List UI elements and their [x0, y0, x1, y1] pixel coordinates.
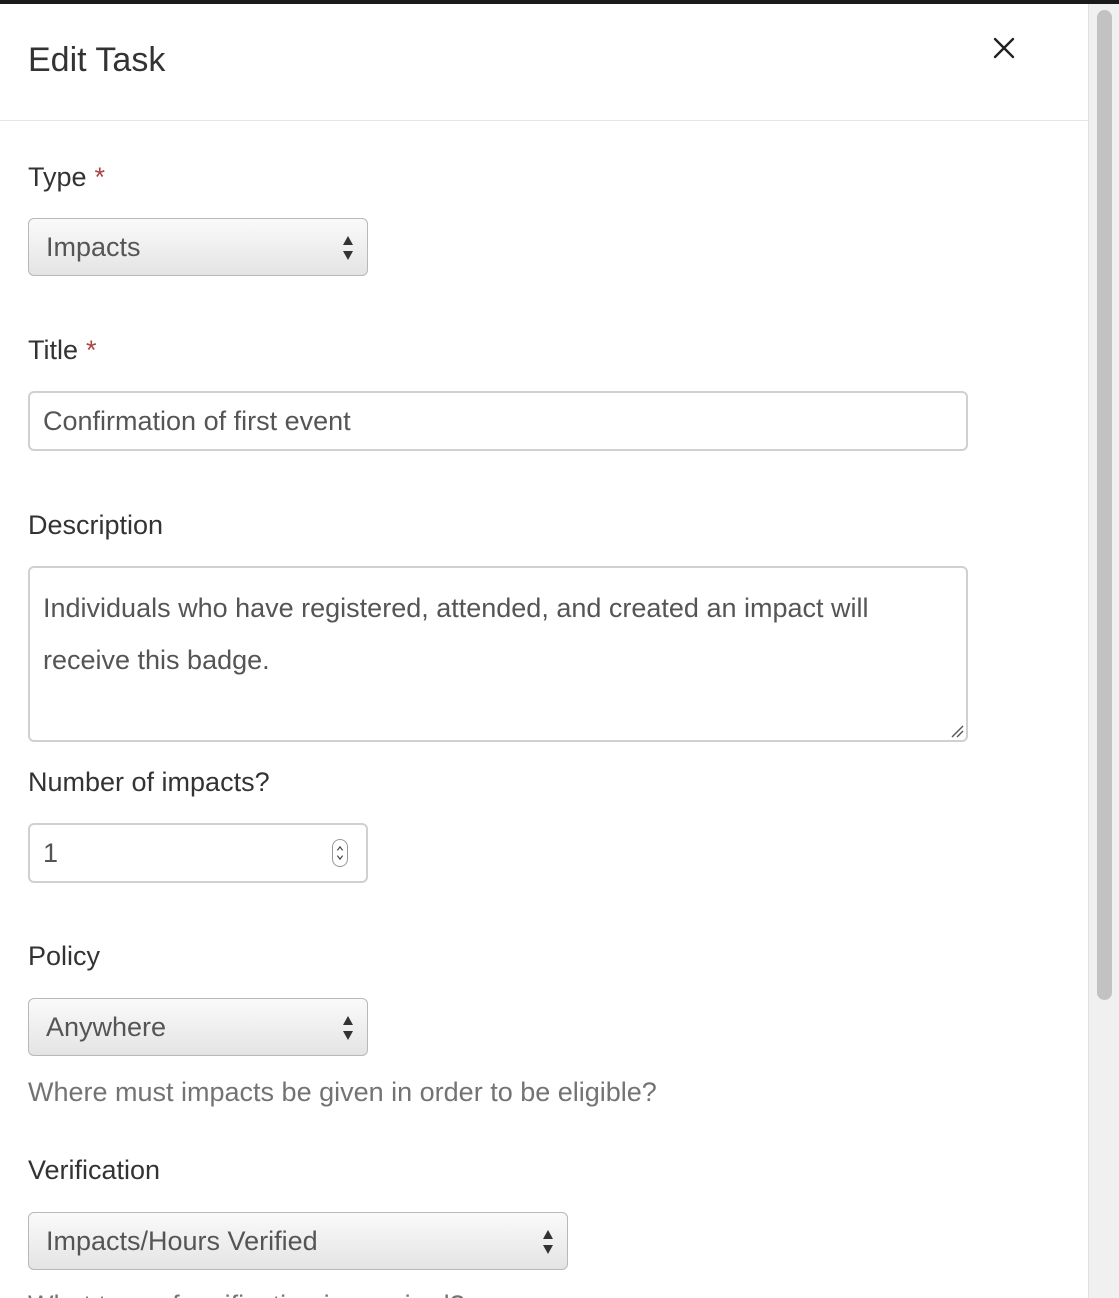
close-icon	[993, 37, 1015, 59]
title-input[interactable]: Confirmation of first event	[28, 391, 968, 451]
type-select-value: Impacts	[46, 231, 141, 262]
policy-help-text: Where must impacts be given in order to …	[28, 1077, 657, 1107]
verification-label: Verification	[28, 1154, 160, 1186]
select-arrows-icon	[343, 1016, 353, 1040]
stepper-icon[interactable]	[332, 839, 348, 867]
number-of-impacts-label-text: Number of impacts?	[28, 767, 270, 797]
policy-select-value: Anywhere	[46, 1011, 167, 1042]
title-input-value: Confirmation of first event	[43, 405, 351, 436]
title-label-text: Title	[28, 335, 79, 365]
verification-help-text: What type of verification is required?	[28, 1289, 465, 1298]
modal-header: Edit Task	[0, 4, 1088, 121]
scrollbar-thumb[interactable]	[1097, 10, 1112, 1000]
type-select[interactable]: Impacts	[28, 218, 368, 276]
resize-handle-icon[interactable]	[950, 724, 964, 738]
number-of-impacts-label: Number of impacts?	[28, 766, 270, 798]
title-label: Title *	[28, 334, 97, 366]
description-label-text: Description	[28, 510, 164, 540]
policy-select[interactable]: Anywhere	[28, 998, 368, 1056]
number-of-impacts-input[interactable]: 1	[28, 823, 368, 883]
policy-label-text: Policy	[28, 941, 101, 971]
verification-select[interactable]: Impacts/Hours Verified	[28, 1212, 568, 1270]
edit-task-modal: Edit Task Type * Impacts Title * Confirmat…	[0, 4, 1088, 1298]
verification-select-value: Impacts/Hours Verified	[46, 1225, 318, 1256]
description-label: Description	[28, 509, 163, 541]
type-required-mark: *	[94, 162, 106, 192]
close-button[interactable]	[986, 30, 1022, 66]
description-textarea[interactable]: Individuals who have registered, attende…	[28, 566, 968, 742]
number-of-impacts-value: 1	[43, 837, 59, 868]
description-textarea-value: Individuals who have registered, attende…	[43, 593, 869, 675]
verification-label-text: Verification	[28, 1155, 161, 1185]
type-label: Type *	[28, 161, 105, 193]
type-label-text: Type	[28, 162, 87, 192]
modal-title: Edit Task	[28, 41, 166, 79]
scrollbar[interactable]	[1088, 4, 1119, 1298]
select-arrows-icon	[543, 1230, 553, 1254]
policy-label: Policy	[28, 940, 100, 972]
title-required-mark: *	[86, 335, 97, 365]
select-arrows-icon	[343, 236, 353, 260]
